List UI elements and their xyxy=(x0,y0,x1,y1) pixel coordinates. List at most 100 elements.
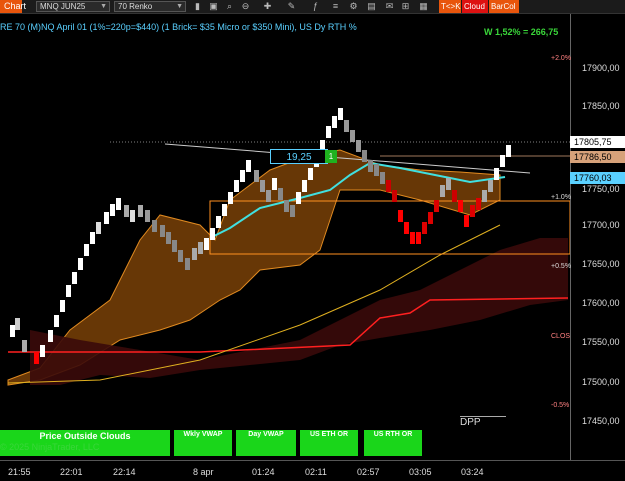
zoom-out-icon[interactable]: ⊖ xyxy=(240,1,251,12)
dpp-label: DPP xyxy=(460,416,506,428)
renko-brick xyxy=(434,200,439,212)
renko-brick xyxy=(446,178,451,190)
bar-type-select[interactable]: 70 Renko ▼ xyxy=(114,1,186,12)
price-tick: 17450,00 xyxy=(582,416,620,426)
strategy-icon[interactable]: ≡ xyxy=(330,1,341,12)
time-tick: 22:01 xyxy=(60,467,83,477)
renko-brick xyxy=(338,108,343,120)
price-axis-line xyxy=(570,14,571,460)
renko-brick xyxy=(152,220,157,232)
crosshair-icon[interactable]: ✚ xyxy=(262,1,273,12)
price-tick: 17500,00 xyxy=(582,377,620,387)
renko-brick xyxy=(464,215,469,227)
indicator-icon[interactable]: ƒ xyxy=(310,1,321,12)
renko-brick xyxy=(362,150,367,162)
renko-brick xyxy=(192,248,197,260)
renko-brick xyxy=(356,140,361,152)
renko-brick xyxy=(326,126,331,138)
renko-brick xyxy=(302,180,307,192)
instrument-label: MNQ JUN25 xyxy=(40,2,86,11)
time-tick: 21:55 xyxy=(8,467,31,477)
us-eth-or-button[interactable]: US ETH OR xyxy=(300,430,358,456)
measure-badge-count: 1 xyxy=(325,150,337,163)
renko-brick xyxy=(40,345,45,357)
renko-chart[interactable] xyxy=(0,14,625,460)
renko-brick xyxy=(60,300,65,312)
renko-brick xyxy=(72,272,77,284)
instrument-select[interactable]: MNQ JUN25 ▼ xyxy=(36,1,110,12)
weekly-vwap-button[interactable]: Wkly VWAP xyxy=(174,430,232,456)
renko-brick xyxy=(15,318,20,330)
renko-brick xyxy=(204,238,209,250)
chart-tab[interactable]: Chart xyxy=(0,0,26,13)
us-rth-or-button[interactable]: US RTH OR xyxy=(364,430,422,456)
share-icon[interactable]: ✉ xyxy=(384,1,395,12)
renko-brick xyxy=(166,232,171,244)
renko-brick xyxy=(416,232,421,244)
price-tick: 17650,00 xyxy=(582,259,620,269)
price-tag-cloud: 17786,50 xyxy=(570,151,625,163)
copy-icon[interactable]: ▣ xyxy=(208,1,219,12)
renko-brick xyxy=(284,200,289,212)
renko-brick xyxy=(380,172,385,184)
renko-brick xyxy=(66,285,71,297)
renko-brick xyxy=(34,352,39,364)
lock-icon[interactable]: ⊞ xyxy=(400,1,411,12)
properties-icon[interactable]: ⚙ xyxy=(348,1,359,12)
renko-brick xyxy=(116,198,121,210)
renko-brick xyxy=(10,325,15,337)
renko-brick xyxy=(84,244,89,256)
grid-icon[interactable]: ▦ xyxy=(418,1,429,12)
renko-brick xyxy=(266,190,271,202)
renko-brick xyxy=(440,185,445,197)
renko-brick xyxy=(145,210,150,222)
renko-brick xyxy=(228,192,233,204)
renko-brick xyxy=(290,205,295,217)
renko-brick xyxy=(428,212,433,224)
toolbar: Chart MNQ JUN25 ▼ 70 Renko ▼ ▮ ▣ ⌕ ⊖ ✚ ✎… xyxy=(0,0,625,14)
price-tick: 17550,00 xyxy=(582,337,620,347)
renko-brick xyxy=(494,168,499,180)
renko-brick xyxy=(404,222,409,234)
renko-brick xyxy=(185,258,190,270)
tk-button[interactable]: T<>K xyxy=(439,0,461,13)
renko-brick xyxy=(386,180,391,192)
bar-chart-icon[interactable]: ▮ xyxy=(192,1,203,12)
time-axis: 21:55 22:01 22:14 8 apr 01:24 02:11 02:5… xyxy=(0,460,625,481)
day-vwap-button[interactable]: Day VWAP xyxy=(236,430,296,456)
renko-brick xyxy=(374,164,379,176)
renko-brick xyxy=(138,205,143,217)
renko-brick xyxy=(368,160,373,172)
renko-brick xyxy=(130,210,135,222)
renko-brick xyxy=(90,232,95,244)
stat-label: W 1,52% = 266,75 xyxy=(484,27,559,37)
renko-brick xyxy=(476,198,481,210)
search-icon[interactable]: ⌕ xyxy=(224,1,235,12)
pct-label: +0.5% xyxy=(551,263,572,270)
cloud-button[interactable]: Cloud xyxy=(462,0,488,13)
renko-brick xyxy=(422,222,427,234)
time-tick: 03:24 xyxy=(461,467,484,477)
price-tick: 17850,00 xyxy=(582,101,620,111)
renko-brick xyxy=(216,216,221,228)
drawing-tool-icon[interactable]: ✎ xyxy=(286,1,297,12)
renko-brick xyxy=(488,180,493,192)
renko-brick xyxy=(506,145,511,157)
template-icon[interactable]: ▤ xyxy=(366,1,377,12)
price-tag-last: 17805,75 xyxy=(570,136,625,148)
renko-brick xyxy=(350,130,355,142)
renko-brick xyxy=(160,225,165,237)
pct-label: CLOS xyxy=(551,333,571,340)
renko-brick xyxy=(332,116,337,128)
renko-brick xyxy=(240,170,245,182)
renko-brick xyxy=(254,170,259,182)
renko-brick xyxy=(344,120,349,132)
renko-brick xyxy=(54,315,59,327)
pct-label: -0.5% xyxy=(551,402,570,409)
renko-brick xyxy=(178,250,183,262)
renko-brick xyxy=(96,222,101,234)
time-tick: 02:57 xyxy=(357,467,380,477)
barcol-button[interactable]: BarCol xyxy=(489,0,519,13)
renko-brick xyxy=(78,258,83,270)
pct-label: +1.0% xyxy=(551,194,572,201)
